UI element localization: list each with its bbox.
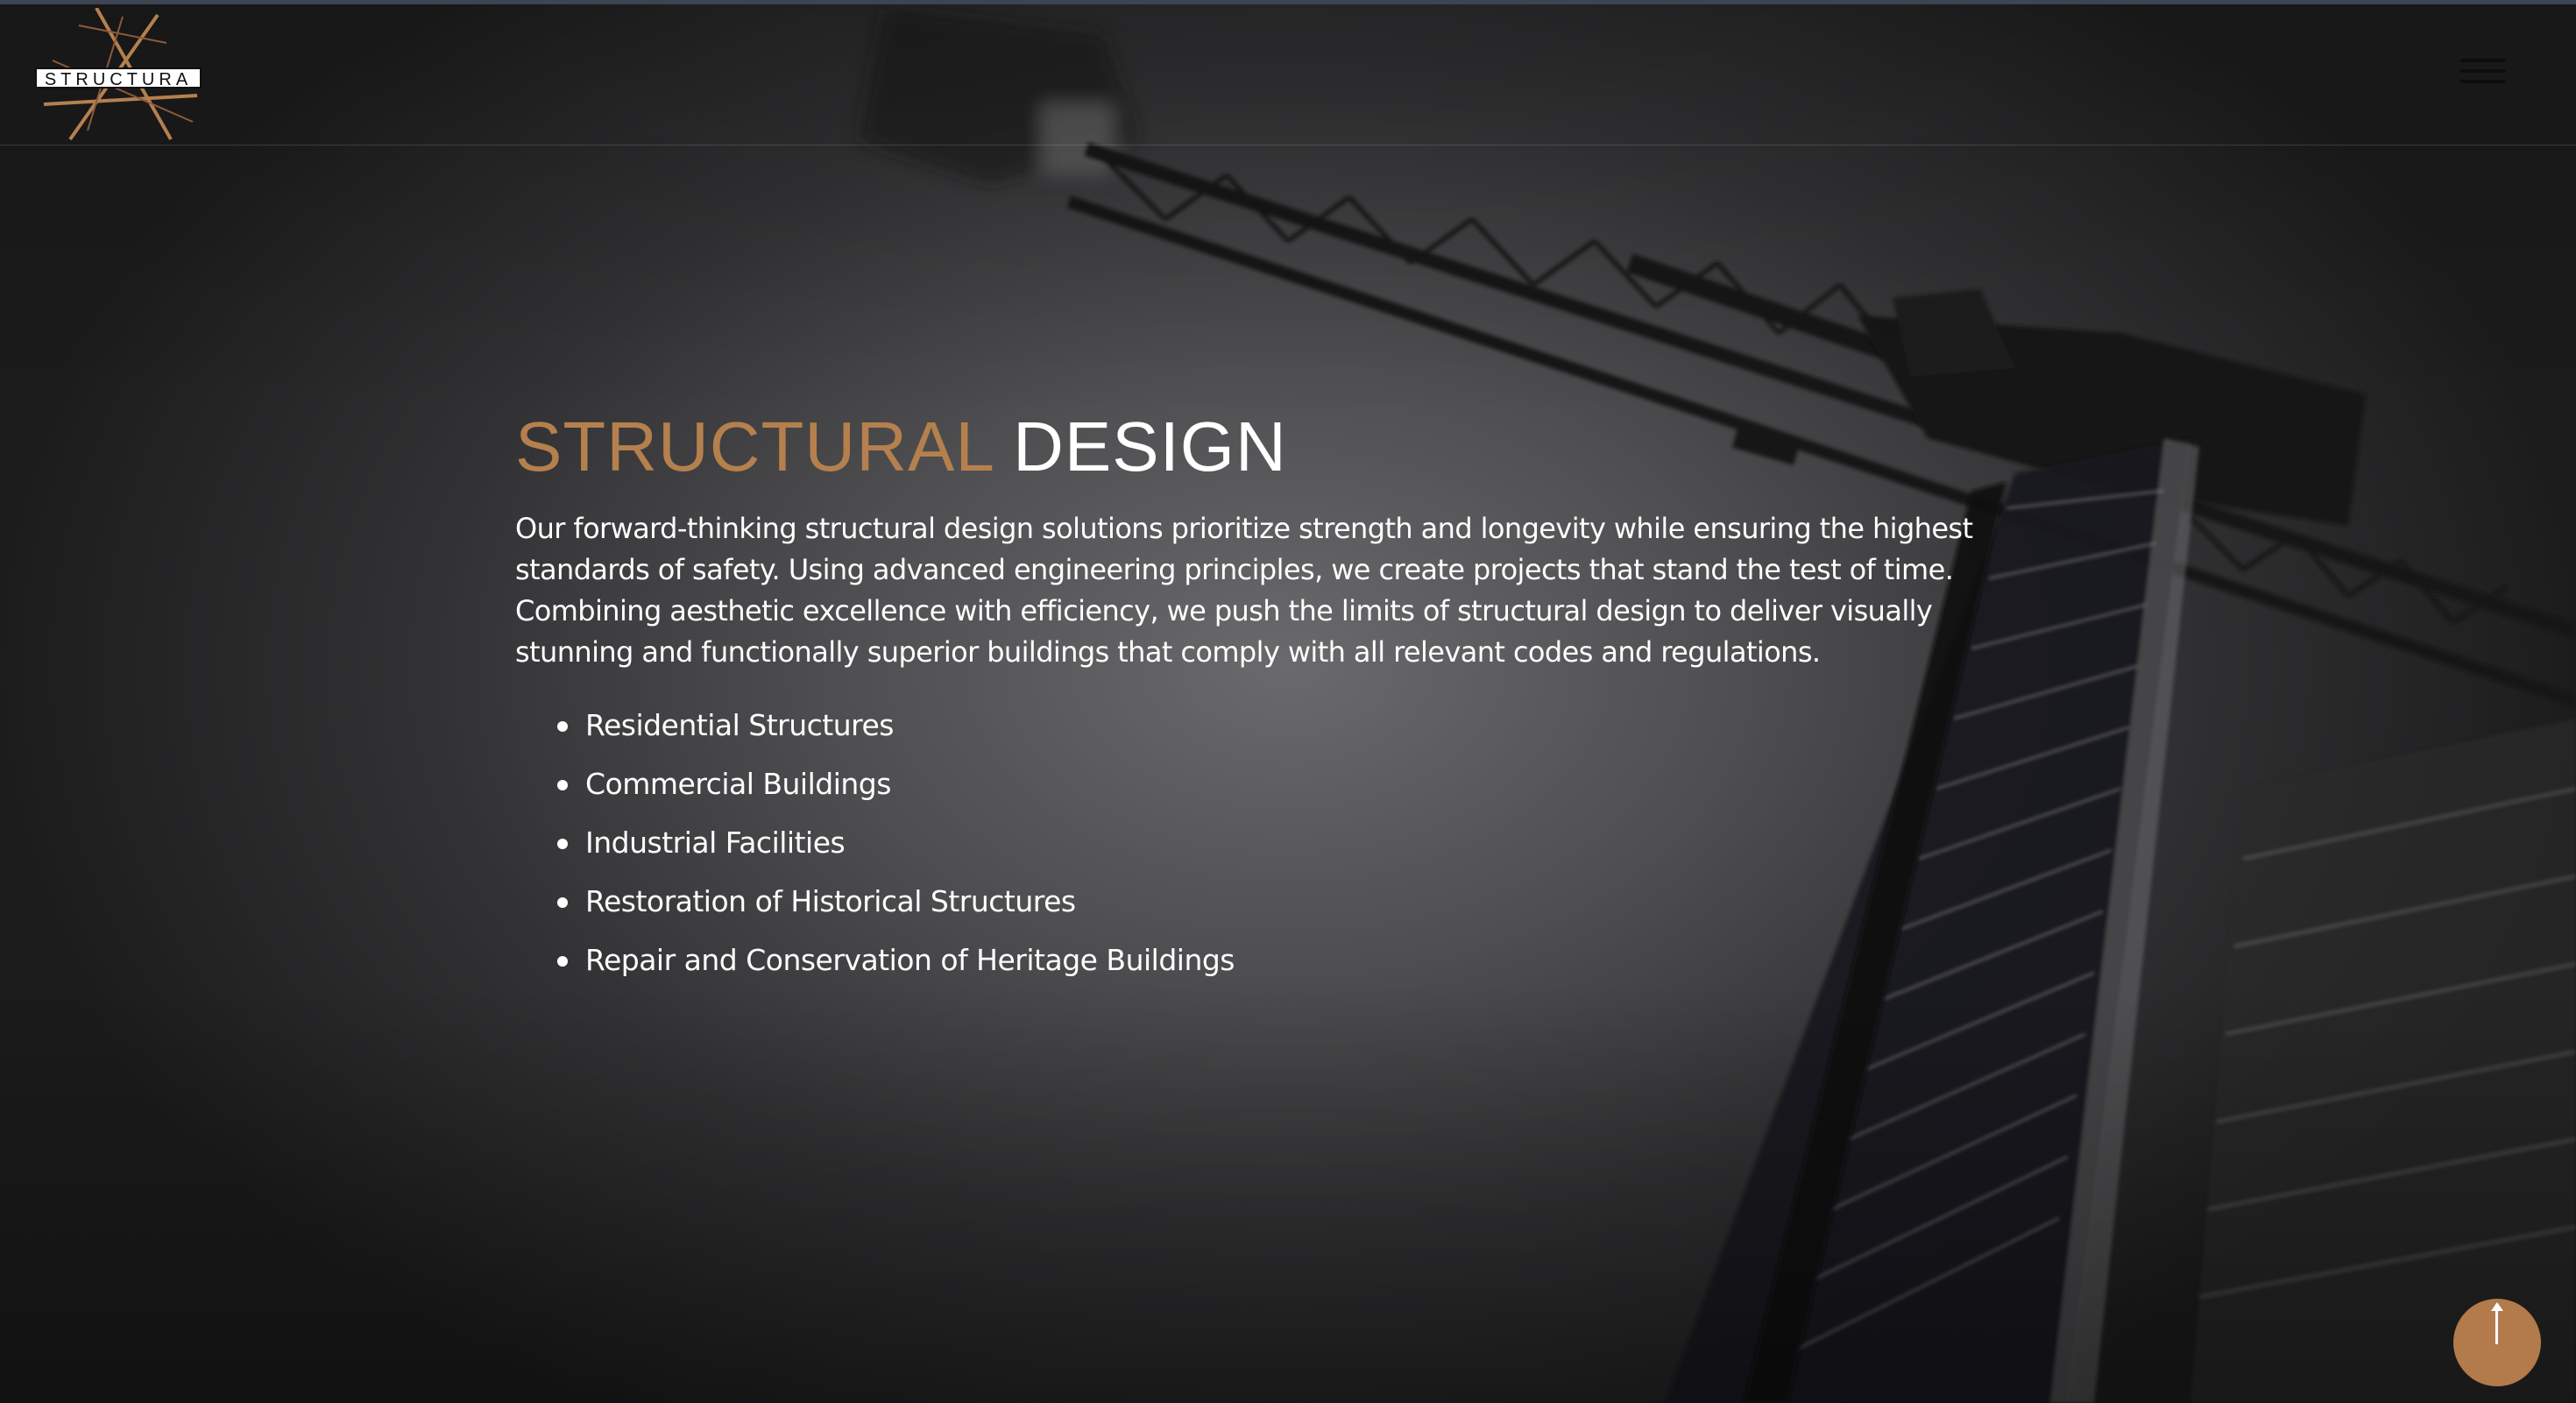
list-item-label: Restoration of Historical Structures — [585, 884, 1076, 918]
structura-logo[interactable]: STRUCTURA — [35, 8, 205, 146]
bullet-icon — [557, 897, 568, 908]
site-header: STRUCTURA — [0, 4, 2576, 145]
list-item-label: Residential Structures — [585, 708, 894, 742]
list-item: Commercial Buildings — [557, 755, 2057, 813]
section-description: Our forward-thinking structural design s… — [515, 512, 1973, 669]
title-rest: DESIGN — [1013, 407, 1287, 485]
title-accent: STRUCTURAL — [515, 407, 993, 485]
page-title: STRUCTURAL DESIGN — [515, 403, 2057, 491]
services-list: Residential Structures Commercial Buildi… — [515, 696, 2057, 989]
main-content: STRUCTURAL DESIGN Our forward-thinking s… — [515, 403, 2057, 989]
bullet-icon — [557, 780, 568, 790]
list-item: Repair and Conservation of Heritage Buil… — [557, 931, 2057, 989]
list-item: Residential Structures — [557, 696, 2057, 755]
list-item: Industrial Facilities — [557, 813, 2057, 872]
list-item-label: Industrial Facilities — [585, 826, 846, 860]
menu-button[interactable] — [2460, 59, 2509, 94]
list-item: Restoration of Historical Structures — [557, 872, 2057, 931]
hamburger-menu-icon — [2460, 59, 2509, 83]
bullet-icon — [557, 956, 568, 967]
list-item-label: Commercial Buildings — [585, 767, 891, 801]
list-item-label: Repair and Conservation of Heritage Buil… — [585, 943, 1235, 977]
bullet-icon — [557, 839, 568, 849]
logo-text: STRUCTURA — [35, 67, 202, 89]
scroll-to-top-button[interactable] — [2453, 1299, 2541, 1386]
bullet-icon — [557, 721, 568, 732]
